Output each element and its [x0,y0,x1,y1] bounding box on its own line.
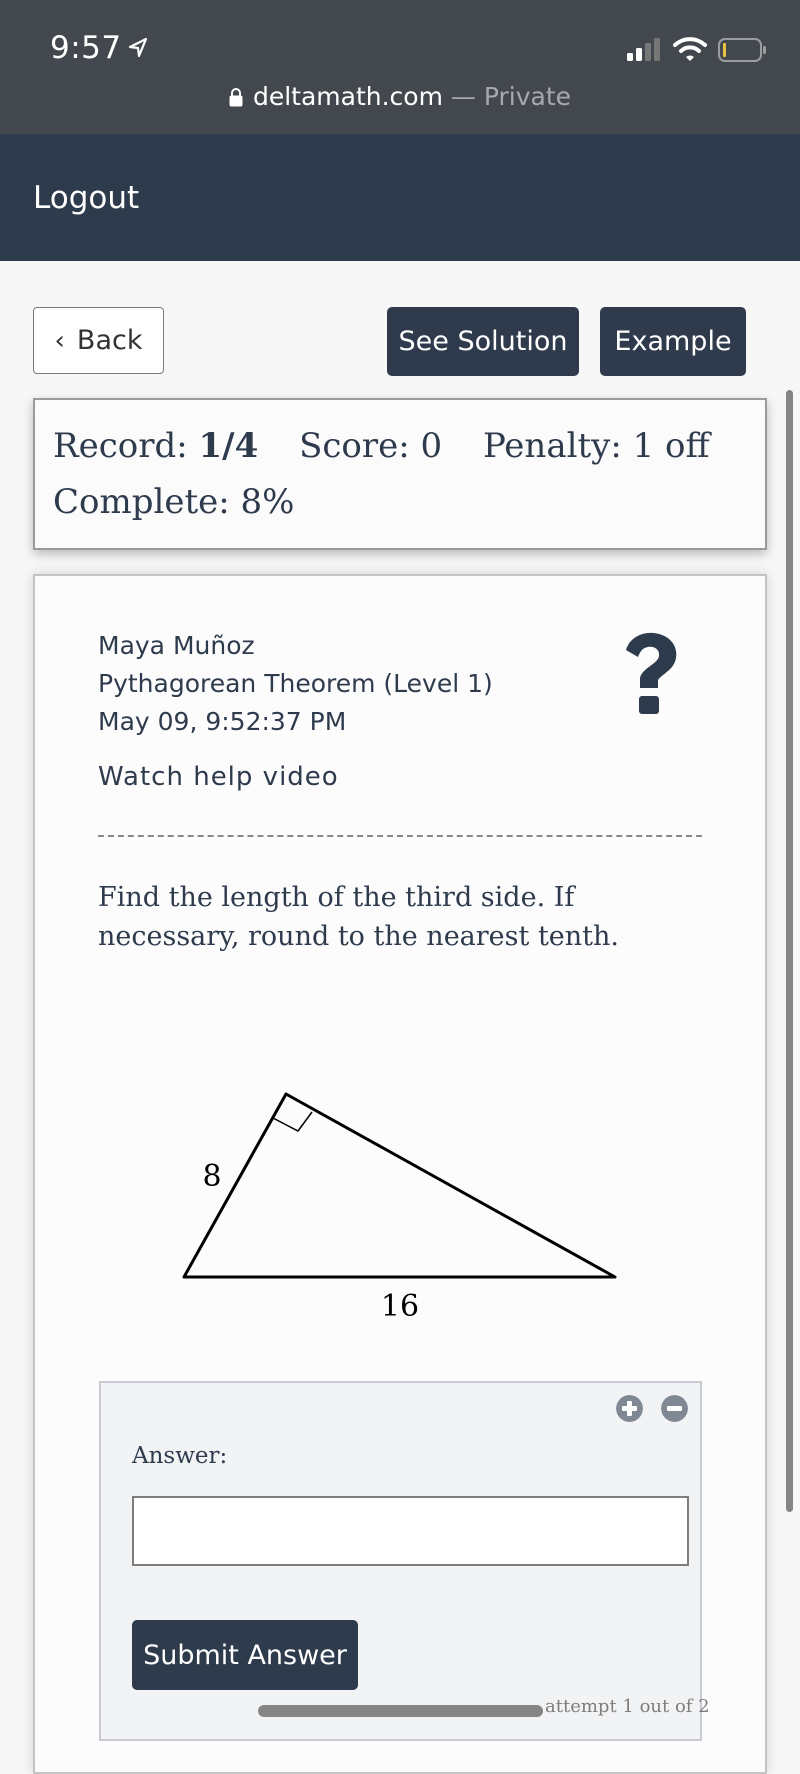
record-line: Record: 1/4 Score: 0 Penalty: 1 off [53,426,740,466]
battery-low-icon [718,38,766,62]
chevron-left-icon: ‹ [54,325,65,356]
submit-answer-button[interactable]: Submit Answer [132,1620,358,1690]
cellular-signal-icon [627,38,660,61]
triangle-shape [182,1092,617,1279]
logout-link[interactable]: Logout [33,180,139,216]
problem-topic: Pythagorean Theorem (Level 1) [98,669,493,698]
example-button[interactable]: Example [600,307,746,376]
leg-label: 8 [202,1159,221,1194]
penalty-stat: Penalty: 1 off [482,426,710,466]
complete-stat: Complete: 8% [53,482,295,522]
hypotenuse-label: 16 [381,1289,419,1324]
answer-input[interactable] [132,1496,689,1566]
back-button-label: Back [76,325,143,356]
student-name: Maya Muñoz [98,631,255,660]
address-bar[interactable]: deltamath.com — Private [0,82,800,111]
private-mode-label: Private [483,82,572,111]
attempt-counter: attempt 1 out of 2 [545,1696,710,1717]
url-domain: deltamath.com [252,82,443,111]
see-solution-button[interactable]: See Solution [387,307,579,376]
answer-label: Answer: [132,1443,228,1469]
plus-circle-icon[interactable] [616,1395,643,1422]
record-label: Record: [53,426,199,466]
question-text: Find the length of the third side. If ne… [98,882,619,952]
score-stat: Score: 0 [299,426,443,466]
url-separator: — [442,82,484,111]
horizontal-scrollbar[interactable] [258,1705,543,1717]
triangle-figure: 8 16 [182,1092,617,1324]
location-arrow-icon [128,37,148,58]
top-navbar: Logout [0,134,800,261]
minus-circle-icon[interactable] [661,1395,688,1422]
record-stat: Record: 1/4 [53,426,258,466]
lock-icon [229,88,243,107]
status-bar: 9:57 deltamath.com — Private [0,0,800,134]
watch-help-video-link[interactable]: Watch help video [98,762,339,792]
problem-timestamp: May 09, 9:52:37 PM [98,707,347,736]
question-mark-icon[interactable] [618,630,682,718]
record-value: 1/4 [198,426,259,466]
wifi-icon [673,37,707,61]
record-panel: Record: 1/4 Score: 0 Penalty: 1 off Comp… [33,398,767,550]
section-divider [98,835,702,837]
back-button[interactable]: ‹ Back [33,307,164,374]
vertical-scrollbar[interactable] [786,390,793,1512]
right-angle-marker [272,1111,313,1132]
problem-meta: Maya Muñoz Pythagorean Theorem (Level 1)… [98,627,493,741]
clock: 9:57 [50,30,122,66]
